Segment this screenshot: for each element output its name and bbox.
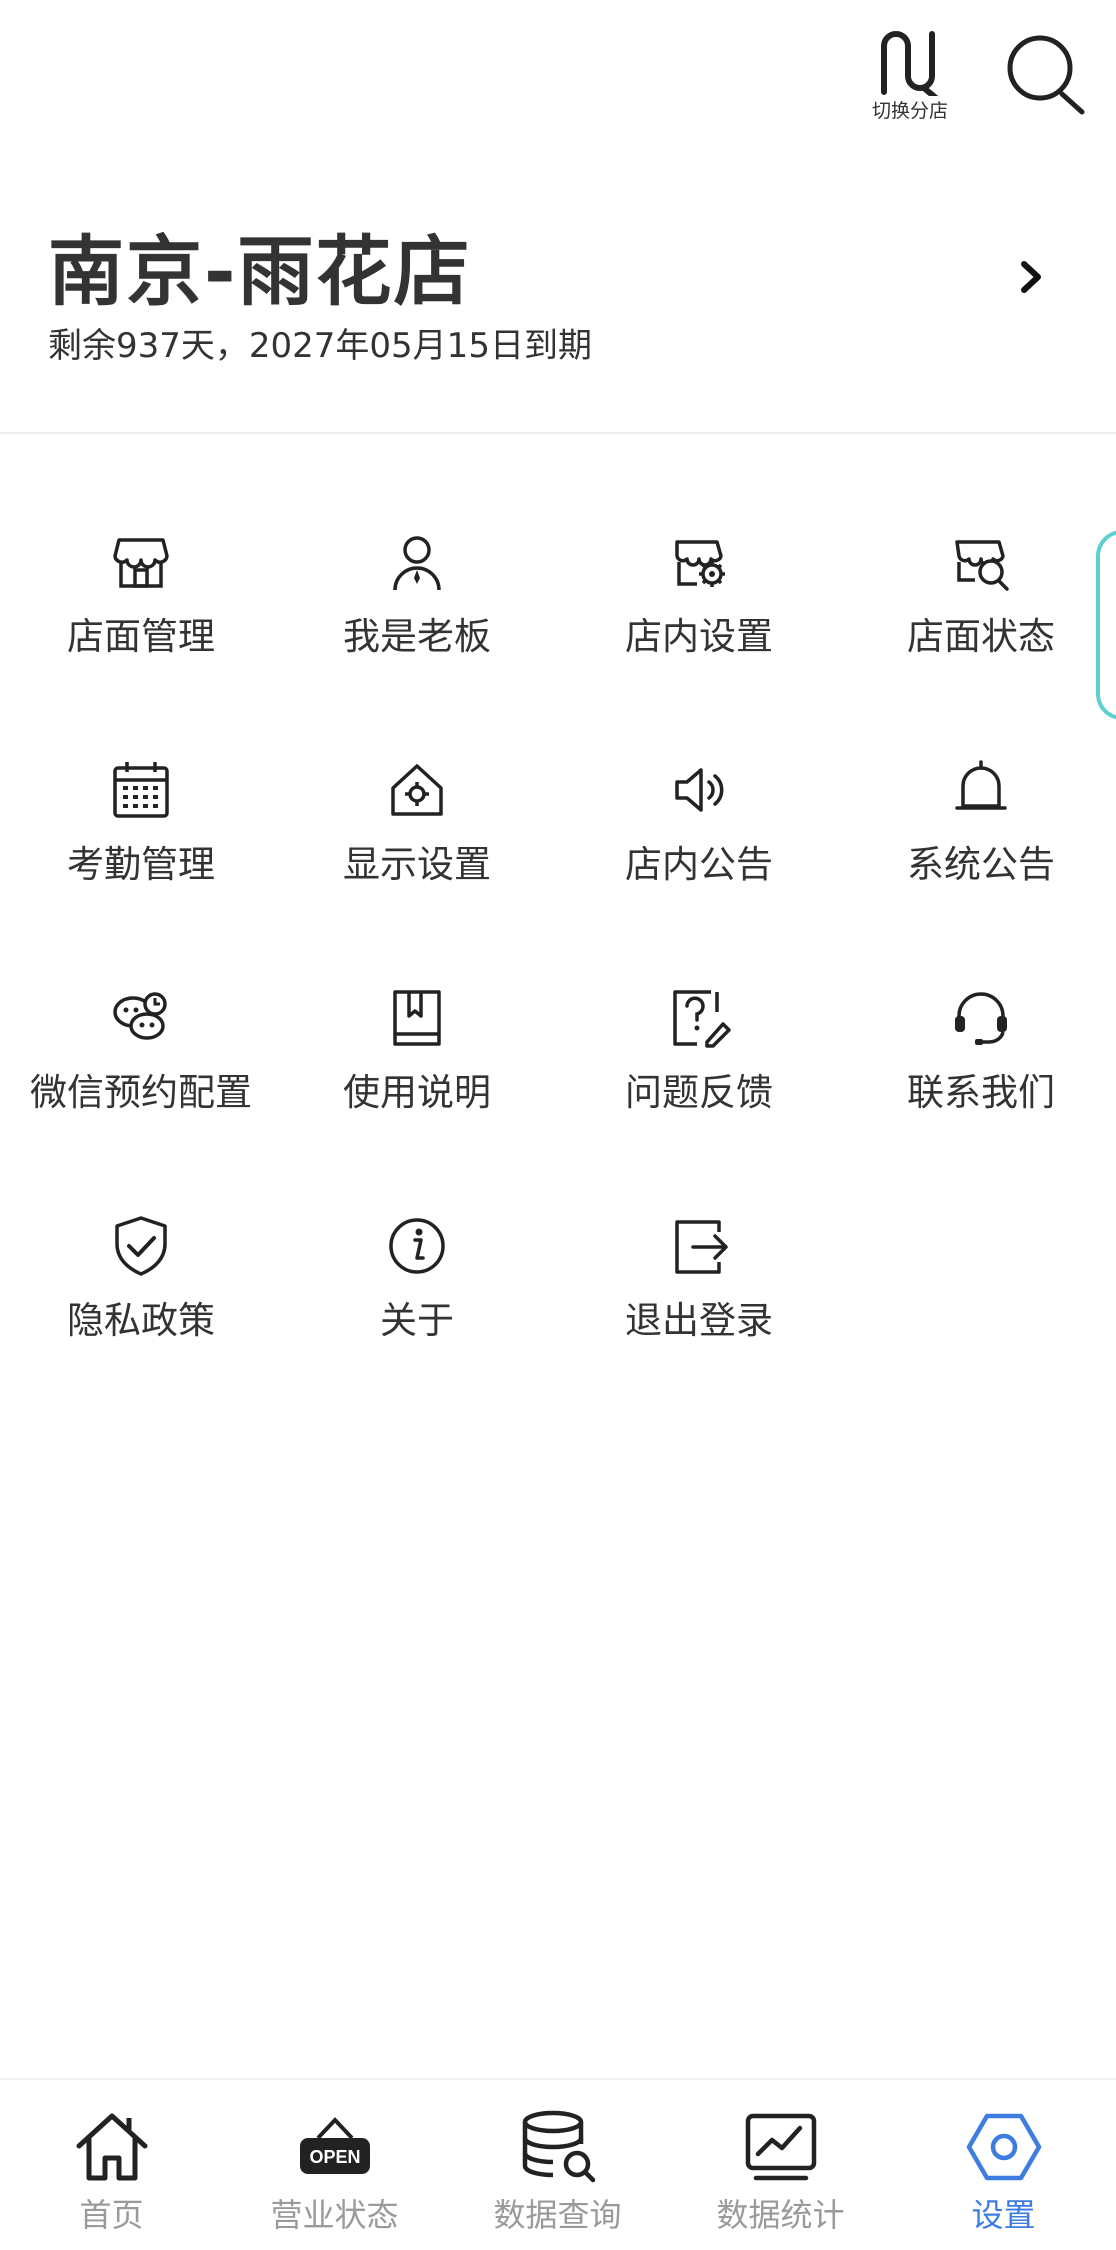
- nav-item-settings[interactable]: 设置: [892, 2080, 1115, 2250]
- menu-item-label: 关于: [380, 1299, 454, 1342]
- speaker-icon: [675, 768, 724, 812]
- menu-item-label: 显示设置: [343, 843, 491, 886]
- menu-item-attendance[interactable]: 考勤管理: [0, 728, 282, 928]
- logout-icon: [675, 1220, 728, 1274]
- menu-item-about[interactable]: 关于: [276, 1184, 558, 1384]
- home-icon: [76, 2113, 147, 2181]
- home-gear-icon: [391, 764, 443, 816]
- menu-item-store-settings[interactable]: 店内设置: [558, 500, 840, 700]
- question-edit-icon: [673, 990, 731, 1048]
- store-gear-icon: [675, 540, 725, 587]
- top-bar: 切换分店: [0, 0, 1116, 170]
- nav-label: 数据统计: [716, 2196, 845, 2234]
- nav-item-data-query[interactable]: 数据查询: [446, 2080, 669, 2250]
- menu-item-label: 考勤管理: [67, 843, 215, 886]
- nav-label: 营业状态: [270, 2196, 399, 2234]
- book-icon: [393, 990, 441, 1046]
- menu-item-logout[interactable]: 退出登录: [558, 1184, 840, 1384]
- menu-item-label: 联系我们: [907, 1071, 1055, 1114]
- chat-clock-icon: [113, 992, 167, 1040]
- menu-item-store-status[interactable]: 店面状态: [840, 500, 1116, 700]
- settings-hexagon-icon: [966, 2113, 1041, 2181]
- menu-item-label: 微信预约配置: [30, 1071, 252, 1114]
- menu-item-label: 问题反馈: [625, 1071, 773, 1114]
- headset-icon: [955, 992, 1007, 1045]
- menu-item-feedback[interactable]: 问题反馈: [558, 956, 840, 1156]
- bell-icon: [955, 760, 1007, 810]
- menu-item-label: 我是老板: [343, 615, 491, 658]
- menu-item-label: 店面管理: [67, 615, 215, 658]
- chevron-right-icon: [1021, 261, 1041, 293]
- database-search-icon: [522, 2110, 595, 2183]
- bottom-nav: 首页 OPEN 营业状态 数据查询 数据统计 设置: [0, 2078, 1116, 2250]
- menu-item-user-guide[interactable]: 使用说明: [276, 956, 558, 1156]
- menu-item-system-notice[interactable]: 系统公告: [840, 728, 1116, 928]
- storefront-icon: [113, 538, 169, 588]
- nav-item-data-stats[interactable]: 数据统计: [669, 2080, 892, 2250]
- menu-item-label: 使用说明: [343, 1071, 491, 1114]
- nav-item-home[interactable]: 首页: [0, 2080, 223, 2250]
- menu-item-privacy-policy[interactable]: 隐私政策: [0, 1184, 282, 1384]
- search-icon: [1007, 35, 1085, 115]
- person-icon: [393, 536, 441, 591]
- menu-item-label: 系统公告: [907, 843, 1055, 886]
- menu-item-wechat-booking[interactable]: 微信预约配置: [0, 956, 282, 1156]
- store-header[interactable]: 南京-雨花店 剩余937天，2027年05月15日到期: [0, 180, 1116, 432]
- menu-item-label: 店面状态: [907, 615, 1055, 658]
- menu-item-display-settings[interactable]: 显示设置: [276, 728, 558, 928]
- store-expiry-text: 剩余937天，2027年05月15日到期: [48, 326, 592, 366]
- menu-item-store-management[interactable]: 店面管理: [0, 500, 282, 700]
- calendar-icon: [113, 762, 169, 818]
- menu-item-label: 店内公告: [625, 843, 773, 886]
- search-button[interactable]: [1004, 32, 1090, 118]
- menu-item-label: 店内设置: [625, 615, 773, 658]
- nav-label: 首页: [79, 2196, 144, 2234]
- nav-label: 数据查询: [493, 2196, 622, 2234]
- info-icon: [389, 1218, 445, 1274]
- menu-item-contact-us[interactable]: 联系我们: [840, 956, 1116, 1156]
- shield-check-icon: [115, 1216, 167, 1276]
- floating-side-tab[interactable]: [1096, 530, 1116, 720]
- menu-item-label: 隐私政策: [67, 1299, 215, 1342]
- open-sign-text: OPEN: [309, 2147, 360, 2167]
- store-search-icon: [955, 540, 1009, 591]
- menu-item-label: 退出登录: [625, 1299, 773, 1342]
- switch-store-label: 切换分店: [871, 100, 948, 122]
- chart-icon: [745, 2113, 816, 2181]
- settings-screen: 切换分店 南京-雨花店 剩余937天，2027年05月15日到期 店面管理 我是…: [0, 0, 1116, 2250]
- nav-label: 设置: [971, 2196, 1036, 2234]
- menu-item-store-notice[interactable]: 店内公告: [558, 728, 840, 928]
- switch-store-button[interactable]: 切换分店: [862, 26, 958, 126]
- nav-item-business-status[interactable]: OPEN 营业状态: [223, 2080, 446, 2250]
- header-divider: [0, 432, 1116, 434]
- open-sign-icon: OPEN: [299, 2117, 370, 2174]
- store-name: 南京-雨花店: [48, 227, 472, 316]
- menu-item-i-am-boss[interactable]: 我是老板: [276, 500, 558, 700]
- switch-store-icon: [881, 31, 939, 96]
